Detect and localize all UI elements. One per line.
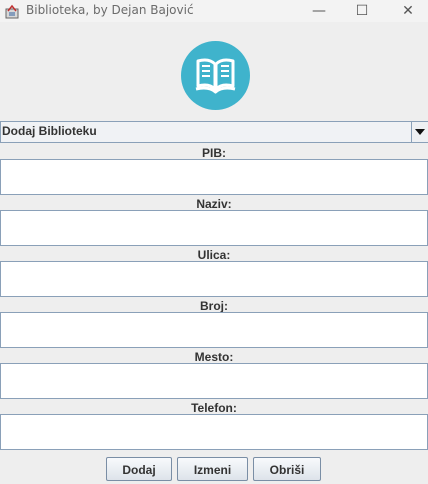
- telefon-label: Telefon:: [191, 401, 237, 415]
- edit-button[interactable]: Izmeni: [177, 457, 248, 481]
- window-titlebar: Biblioteka, by Dejan Bajović — ☐ ✕: [0, 0, 428, 22]
- telefon-field[interactable]: [0, 414, 428, 450]
- mesto-field[interactable]: [0, 363, 428, 399]
- naziv-label: Naziv:: [196, 197, 232, 211]
- book-logo-icon: [181, 41, 250, 110]
- pib-field[interactable]: [0, 159, 428, 195]
- delete-button[interactable]: Obriši: [253, 457, 321, 481]
- chevron-down-icon[interactable]: [411, 122, 428, 142]
- pib-label: PIB:: [202, 146, 226, 160]
- action-combo-box[interactable]: Dodaj Biblioteku: [0, 121, 428, 143]
- minimize-button[interactable]: —: [296, 0, 342, 22]
- java-app-icon: [5, 4, 19, 19]
- ulica-label: Ulica:: [197, 248, 231, 262]
- broj-label: Broj:: [200, 299, 228, 313]
- close-button[interactable]: ✕: [385, 0, 428, 22]
- window-title: Biblioteka, by Dejan Bajović: [26, 3, 194, 17]
- mesto-label: Mesto:: [194, 350, 234, 364]
- naziv-field[interactable]: [0, 210, 428, 246]
- combo-selected-value: Dodaj Biblioteku: [2, 124, 97, 138]
- add-button[interactable]: Dodaj: [106, 457, 172, 481]
- broj-field[interactable]: [0, 312, 428, 348]
- maximize-button[interactable]: ☐: [339, 0, 385, 22]
- ulica-field[interactable]: [0, 261, 428, 297]
